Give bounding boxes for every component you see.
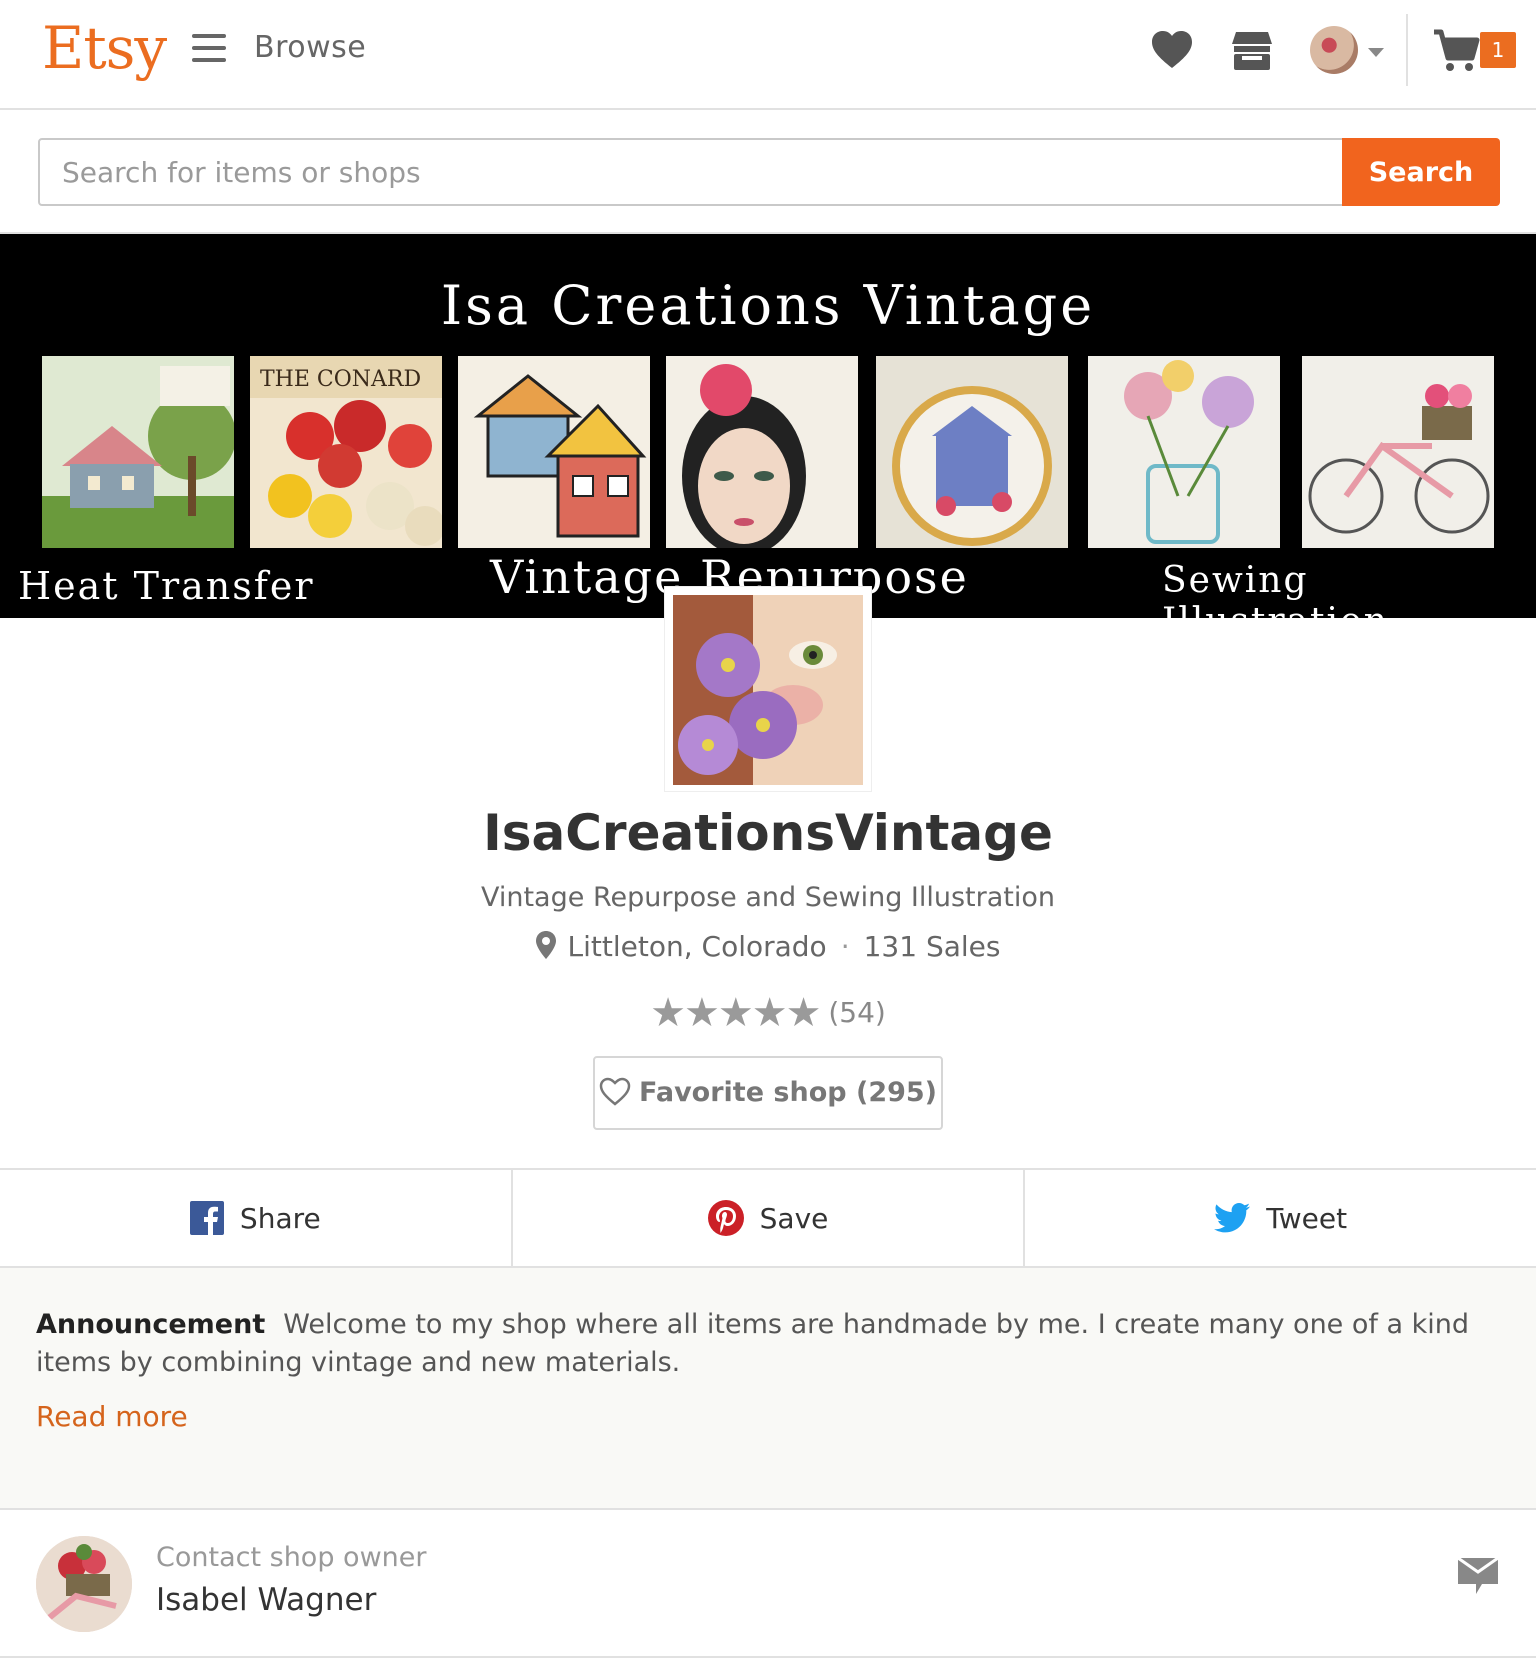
- announcement-body: Announcement Welcome to my shop where all…: [36, 1306, 1500, 1382]
- browse-link[interactable]: Browse: [254, 30, 366, 65]
- favorite-shop-label: Favorite shop (295): [638, 1077, 938, 1108]
- etsy-logo[interactable]: Etsy: [42, 14, 167, 82]
- menu-icon[interactable]: [192, 34, 226, 64]
- contact-shop-owner-label: Contact shop owner: [156, 1542, 427, 1573]
- banner-image-houses: [458, 356, 650, 548]
- meta-separator: ·: [840, 930, 850, 963]
- message-icon[interactable]: [1456, 1554, 1500, 1598]
- heart-icon[interactable]: [1148, 26, 1196, 74]
- banner-image-face: [666, 356, 858, 548]
- shop-tagline: Vintage Repurpose and Sewing Illustratio…: [480, 882, 1056, 913]
- banner-image-embroidery-hoop: [876, 356, 1068, 548]
- cart-icon[interactable]: [1432, 26, 1480, 74]
- location-pin-icon: [535, 931, 556, 959]
- banner-image-bicycle: [1302, 356, 1494, 548]
- svg-text:THE CONARD: THE CONARD: [260, 367, 421, 392]
- announcement-label: Announcement: [36, 1309, 266, 1340]
- search-input[interactable]: [38, 138, 1344, 206]
- pinterest-icon: [707, 1200, 744, 1236]
- shop-sales: 131 Sales: [863, 930, 1001, 963]
- pinterest-save-label: Save: [759, 1201, 829, 1235]
- top-navigation-bar: Etsy Browse 1: [0, 0, 1536, 110]
- cart-count-badge[interactable]: 1: [1480, 32, 1516, 68]
- shop-name[interactable]: IsaCreationsVintage: [0, 804, 1536, 862]
- banner-caption-heat-transfer: Heat Transfer: [18, 564, 315, 608]
- owner-name: Isabel Wagner: [156, 1582, 377, 1618]
- contact-shop-owner[interactable]: Contact shop owner Isabel Wagner: [0, 1510, 1536, 1658]
- user-avatar[interactable]: [1310, 26, 1358, 74]
- banner-caption-sewing-illustration: Sewing Illustration: [1162, 560, 1387, 618]
- shop-avatar-illustration: [673, 595, 863, 785]
- favorite-shop-button[interactable]: Favorite shop (295): [593, 1056, 943, 1130]
- banner-image-cottage: [42, 356, 234, 548]
- banner-image-roses: THE CONARD: [250, 356, 442, 548]
- facebook-icon: [189, 1201, 224, 1235]
- banner-image-flower-jar: [1088, 356, 1280, 548]
- shop-icon-image: [664, 586, 872, 792]
- shop-icon[interactable]: [1228, 26, 1276, 74]
- social-share-row: Share Save Tweet: [0, 1168, 1536, 1268]
- twitter-tweet-label: Tweet: [1266, 1201, 1348, 1235]
- search-bar: Search: [0, 112, 1536, 234]
- read-more-link[interactable]: Read more: [36, 1400, 188, 1433]
- rating-stars: ★★★★★: [650, 990, 821, 1036]
- heart-outline-icon: [599, 1077, 631, 1106]
- shop-banner: Isa Creations Vintage THE CONARD Heat Tr…: [0, 234, 1536, 618]
- shop-rating[interactable]: ★★★★★ (54): [0, 990, 1536, 1036]
- banner-title: Isa Creations Vintage: [440, 274, 1096, 337]
- facebook-share-label: Share: [239, 1201, 321, 1235]
- header-divider: [1406, 14, 1408, 86]
- twitter-tweet-button[interactable]: Tweet: [1023, 1170, 1536, 1266]
- shop-announcement: Announcement Welcome to my shop where all…: [0, 1268, 1536, 1510]
- pinterest-save-button[interactable]: Save: [510, 1170, 1024, 1266]
- chevron-down-icon[interactable]: [1368, 48, 1384, 57]
- owner-avatar: [36, 1536, 132, 1632]
- shop-meta: Littleton, Colorado · 131 Sales: [0, 930, 1536, 963]
- facebook-share-button[interactable]: Share: [0, 1170, 511, 1266]
- twitter-icon: [1214, 1203, 1251, 1233]
- shop-location: Littleton, Colorado: [567, 930, 827, 963]
- review-count: (54): [828, 996, 886, 1029]
- search-button[interactable]: Search: [1342, 138, 1500, 206]
